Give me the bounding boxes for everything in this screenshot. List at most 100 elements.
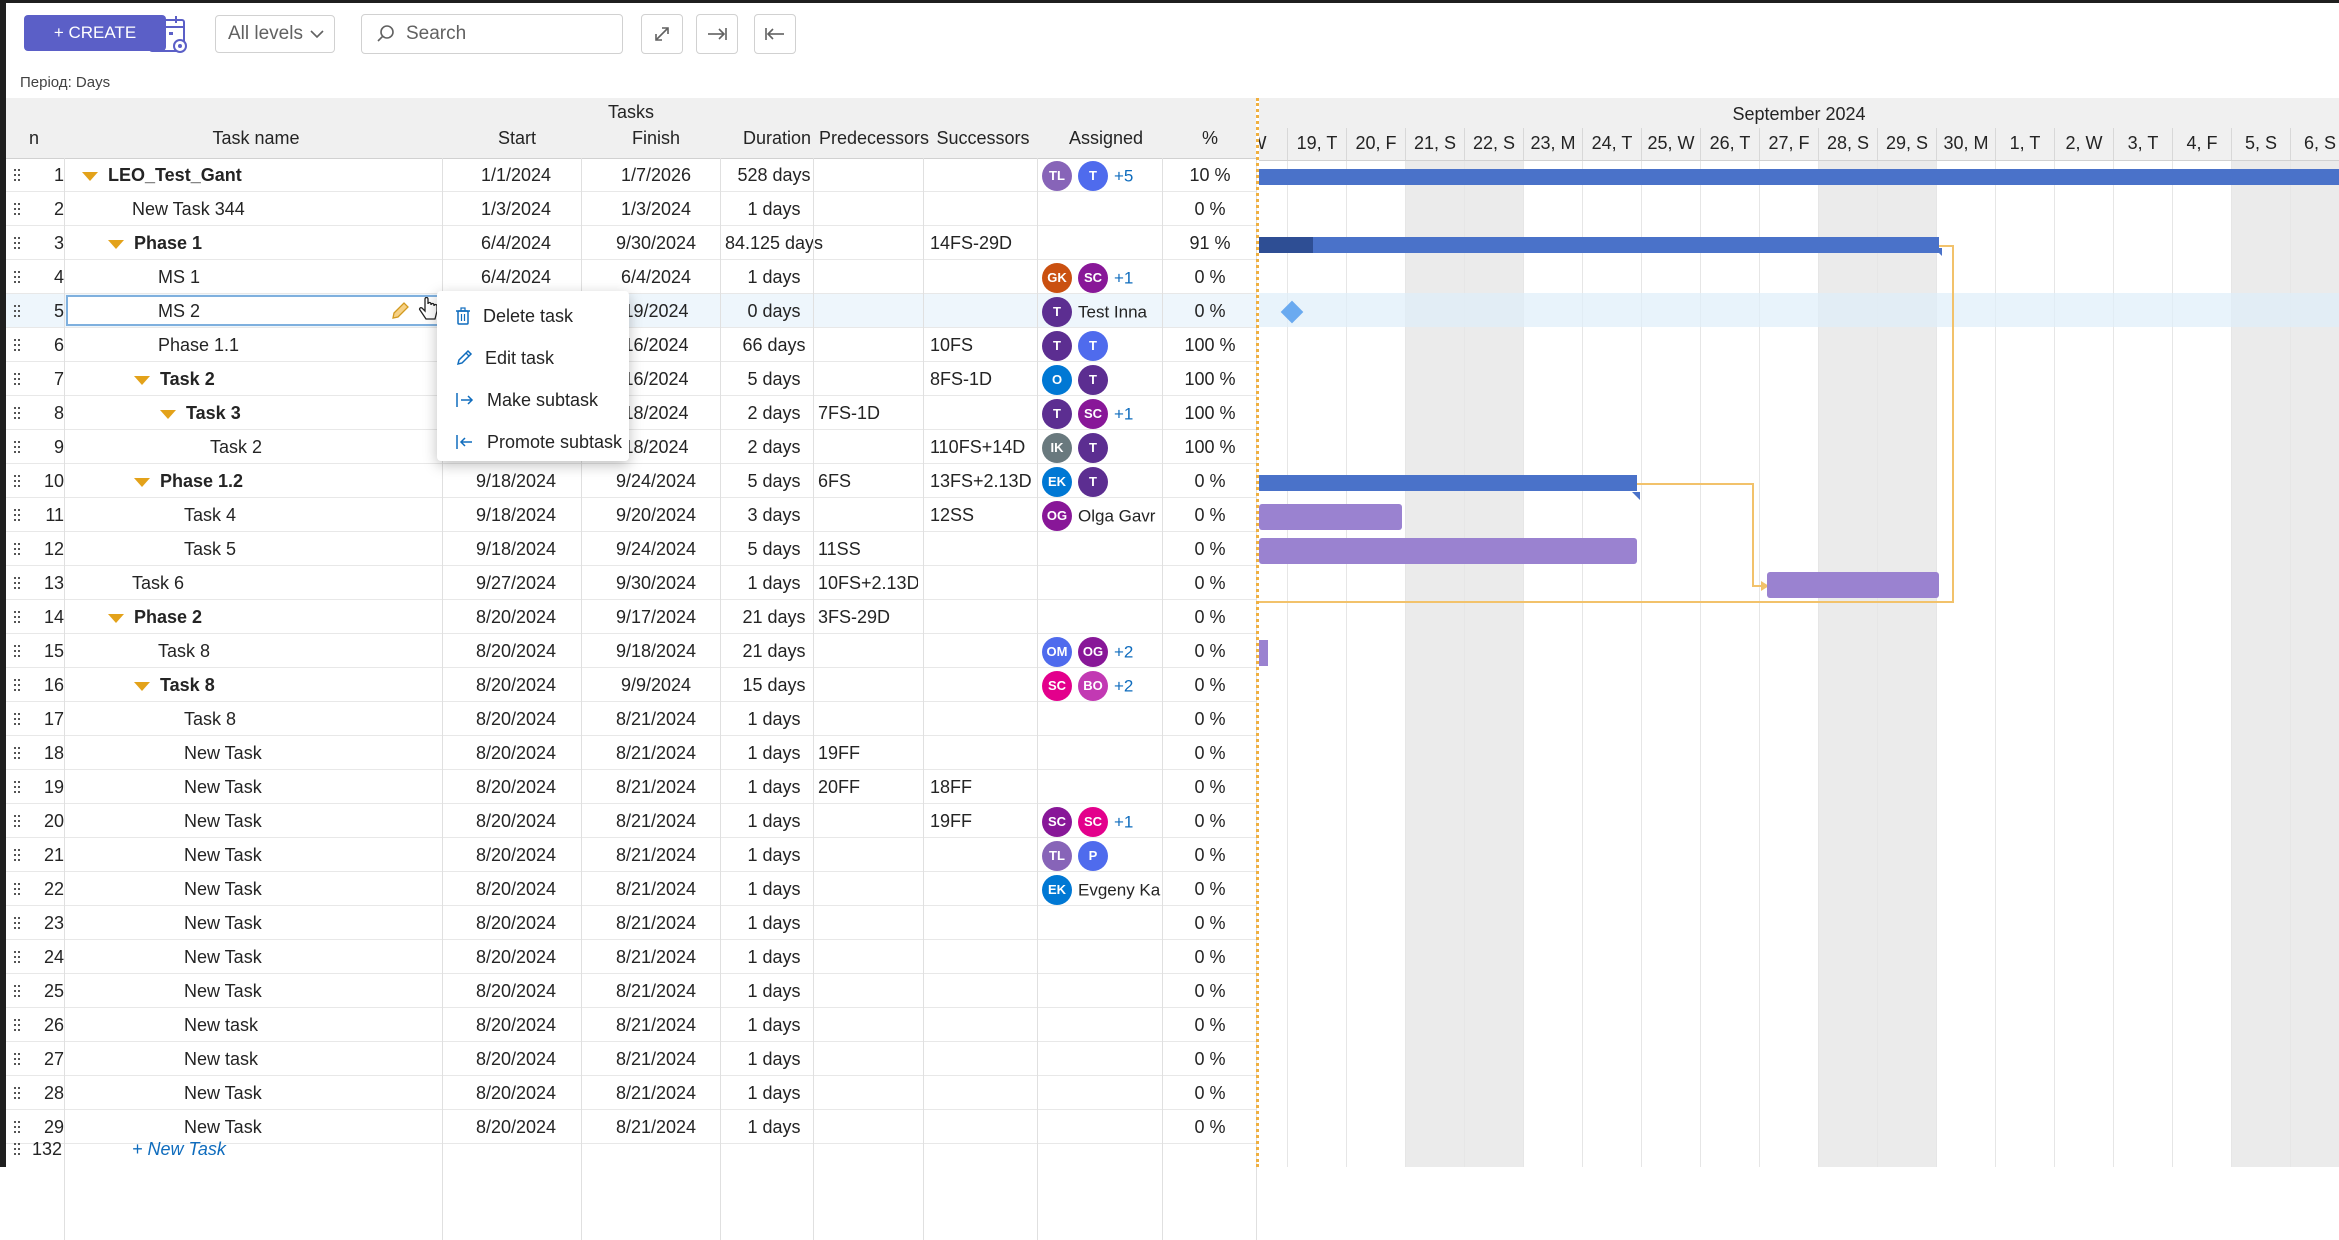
col-header-n[interactable]: n [6, 126, 62, 158]
avatar[interactable]: TL [1042, 841, 1072, 872]
successors-cell[interactable] [930, 600, 1038, 634]
successors-cell[interactable]: 18FF [930, 770, 1038, 804]
duration-cell[interactable]: 3 days [724, 498, 824, 532]
more-assignees[interactable]: +1 [1114, 404, 1133, 423]
start-cell[interactable]: 8/20/2024 [446, 940, 586, 974]
predecessors-cell[interactable] [818, 1076, 918, 1110]
percent-cell[interactable]: 0 % [1168, 872, 1252, 906]
predecessors-cell[interactable] [818, 634, 918, 668]
duration-cell[interactable]: 1 days [724, 192, 824, 226]
assigned-cell[interactable]: SC SC +1 [1042, 804, 1166, 838]
duration-cell[interactable]: 1 days [724, 1042, 824, 1076]
table-row[interactable]: 14 Phase 2 8/20/2024 9/17/2024 21 days 3FS-29… [6, 600, 1256, 634]
successors-cell[interactable] [930, 566, 1038, 600]
percent-cell[interactable]: 0 % [1168, 940, 1252, 974]
predecessors-cell[interactable] [818, 804, 918, 838]
task-name-cell[interactable]: New Task [184, 804, 436, 838]
successors-cell[interactable] [930, 1076, 1038, 1110]
assigned-cell[interactable] [1042, 532, 1166, 566]
assigned-cell[interactable]: IK T [1042, 430, 1166, 464]
predecessors-cell[interactable]: 10FS+2.13D [818, 566, 918, 600]
table-row[interactable]: 8 Task 3 18/2024 2 days 7FS-1D T SC +1 100 % [6, 396, 1256, 430]
duration-cell[interactable]: 1 days [724, 872, 824, 906]
percent-cell[interactable]: 0 % [1168, 906, 1252, 940]
drag-handle-icon[interactable] [14, 1019, 20, 1031]
summary-progress-bar[interactable] [1259, 237, 1313, 253]
duration-cell[interactable]: 21 days [724, 600, 824, 634]
collapse-toggle-icon[interactable] [134, 681, 150, 691]
col-header-percent[interactable]: % [1166, 126, 1254, 158]
create-button[interactable]: + CREATE [24, 15, 166, 51]
task-bar[interactable] [1767, 572, 1939, 598]
predecessors-cell[interactable]: 6FS [818, 464, 918, 498]
finish-cell[interactable]: 8/21/2024 [586, 1042, 726, 1076]
drag-handle-icon[interactable] [14, 713, 20, 725]
successors-cell[interactable] [930, 872, 1038, 906]
percent-cell[interactable]: 100 % [1168, 328, 1252, 362]
duration-cell[interactable]: 0 days [724, 294, 824, 328]
scroll-to-start-button[interactable] [754, 14, 796, 54]
predecessors-cell[interactable]: 7FS-1D [818, 396, 918, 430]
levels-dropdown[interactable]: All levels [215, 15, 335, 53]
predecessors-cell[interactable]: 19FF [818, 736, 918, 770]
percent-cell[interactable]: 0 % [1168, 1008, 1252, 1042]
drag-handle-icon[interactable] [14, 747, 20, 759]
task-name-cell[interactable]: Task 8 [184, 702, 436, 736]
col-header-successors[interactable]: Successors [923, 126, 1043, 158]
assigned-cell[interactable] [1042, 192, 1166, 226]
task-name-cell[interactable]: Task 8 [158, 634, 436, 668]
start-cell[interactable]: 1/1/2024 [446, 158, 586, 192]
assigned-cell[interactable] [1042, 770, 1166, 804]
duration-cell[interactable]: 15 days [724, 668, 824, 702]
start-cell[interactable]: 8/20/2024 [446, 974, 586, 1008]
collapse-toggle-icon[interactable] [82, 171, 98, 181]
scroll-to-end-button[interactable] [696, 14, 738, 54]
table-row[interactable]: 25 New Task 8/20/2024 8/21/2024 1 days 0 % [6, 974, 1256, 1008]
task-name-cell[interactable]: Task 4 [184, 498, 436, 532]
finish-cell[interactable]: 9/17/2024 [586, 600, 726, 634]
task-name-cell[interactable]: New Task 344 [132, 192, 436, 226]
finish-cell[interactable]: 8/21/2024 [586, 974, 726, 1008]
table-row[interactable]: 13 Task 6 9/27/2024 9/30/2024 1 days 10FS+2.1… [6, 566, 1256, 600]
duration-cell[interactable]: 1 days [724, 702, 824, 736]
avatar[interactable]: T [1078, 467, 1108, 498]
task-name-cell[interactable]: Phase 2 [108, 600, 436, 634]
task-name-cell[interactable]: Phase 1.1 [158, 328, 436, 362]
table-row[interactable]: 9 Task 2 18/2024 2 days 110FS+14D IK T 100 % [6, 430, 1256, 464]
duration-cell[interactable]: 1 days [724, 1076, 824, 1110]
predecessors-cell[interactable] [818, 906, 918, 940]
percent-cell[interactable]: 0 % [1168, 1076, 1252, 1110]
successors-cell[interactable] [930, 158, 1038, 192]
successors-cell[interactable]: 13FS+2.13D [930, 464, 1038, 498]
finish-cell[interactable]: 9/18/2024 [586, 634, 726, 668]
summary-bar[interactable] [1259, 237, 1939, 253]
predecessors-cell[interactable] [818, 498, 918, 532]
table-row[interactable]: 11 Task 4 9/18/2024 9/20/2024 3 days 12SS OG Ol… [6, 498, 1256, 532]
drag-handle-icon[interactable] [14, 271, 20, 283]
finish-cell[interactable]: 8/21/2024 [586, 838, 726, 872]
avatar[interactable]: OG [1042, 501, 1072, 532]
avatar[interactable]: SC [1042, 671, 1072, 702]
avatar[interactable]: BO [1078, 671, 1108, 702]
table-row[interactable]: 24 New Task 8/20/2024 8/21/2024 1 days 0 % [6, 940, 1256, 974]
table-row[interactable]: 1 LEO_Test_Gant 1/1/2024 1/7/2026 528 days TL… [6, 158, 1256, 192]
more-assignees[interactable]: +2 [1114, 676, 1133, 695]
summary-bar[interactable] [1259, 475, 1637, 491]
task-name-cell[interactable]: New Task [184, 770, 436, 804]
predecessors-cell[interactable] [818, 1008, 918, 1042]
predecessors-cell[interactable] [818, 158, 918, 192]
task-name-cell[interactable]: New task [184, 1042, 436, 1076]
finish-cell[interactable]: 8/21/2024 [586, 1008, 726, 1042]
assigned-cell[interactable]: OG Olga Gavr [1042, 498, 1166, 532]
duration-cell[interactable]: 5 days [724, 464, 824, 498]
predecessors-cell[interactable] [818, 226, 918, 260]
percent-cell[interactable]: 0 % [1168, 294, 1252, 328]
successors-cell[interactable] [930, 974, 1038, 1008]
collapse-toggle-icon[interactable] [108, 239, 124, 249]
start-cell[interactable]: 8/20/2024 [446, 702, 586, 736]
successors-cell[interactable]: 110FS+14D [930, 430, 1038, 464]
avatar[interactable]: IK [1042, 433, 1072, 464]
duration-cell[interactable]: 1 days [724, 974, 824, 1008]
start-cell[interactable]: 8/20/2024 [446, 736, 586, 770]
start-cell[interactable]: 9/18/2024 [446, 498, 586, 532]
